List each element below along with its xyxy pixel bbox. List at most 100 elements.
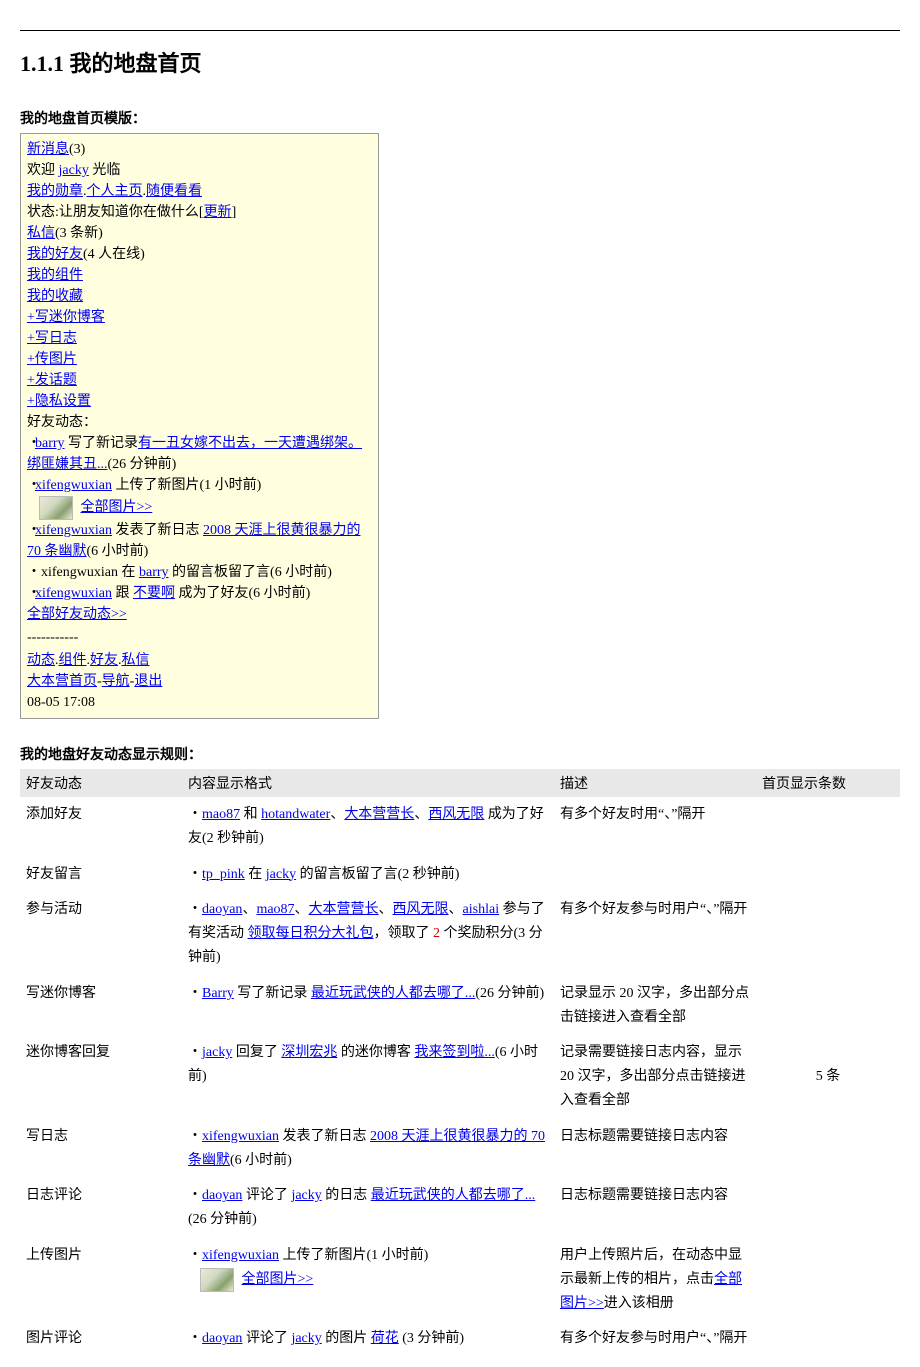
favorites-link[interactable]: 我的收藏: [27, 289, 83, 304]
feed5-user-link[interactable]: xifengwuxian: [35, 586, 112, 601]
nav-modules-link[interactable]: 组件: [59, 653, 87, 668]
th-desc: 描述: [554, 769, 756, 797]
r1-u1[interactable]: mao87: [202, 807, 240, 822]
nav-feed-link[interactable]: 动态: [27, 653, 55, 668]
r8-allpics-link[interactable]: 全部图片>>: [242, 1272, 314, 1287]
my-badge-link[interactable]: 我的勋章: [27, 184, 83, 199]
feed1-user-link[interactable]: barry: [35, 436, 65, 451]
welcome-row: 欢迎 jacky 光临: [27, 160, 372, 181]
r5-t1: 回复了: [232, 1045, 281, 1060]
r3-s4: 、: [449, 902, 463, 917]
write-diary-link[interactable]: +写日志: [27, 331, 77, 346]
r4-u1[interactable]: Barry: [202, 986, 234, 1001]
r2-t2: 的留言板留了言(2 秒钟前): [296, 867, 459, 882]
mail-row: 私信(3 条新): [27, 223, 372, 244]
r3-s2: 、: [295, 902, 309, 917]
status-label: 状态:让朋友知道你在做什么[: [27, 205, 204, 220]
nav-guide-link[interactable]: 导航: [102, 674, 130, 689]
feed3-text1: 发表了新日志: [112, 523, 203, 538]
feed-item-2-thumb-row: 全部图片>>: [27, 496, 372, 520]
friends-link[interactable]: 我的好友: [27, 247, 83, 262]
feed5-friend-link[interactable]: 不要啊: [133, 586, 175, 601]
r1-u3[interactable]: 大本营营长: [344, 807, 414, 822]
th-type: 好友动态: [20, 769, 182, 797]
dash-divider: -----------: [27, 627, 372, 648]
all-feed-link[interactable]: 全部好友动态>>: [27, 607, 127, 622]
template-box: 新消息(3) 欢迎 jacky 光临 我的勋章.个人主页.随便看看 状态:让朋友…: [20, 133, 379, 719]
r3-u4[interactable]: 西风无限: [393, 902, 449, 917]
cell-type: 图片评论: [20, 1321, 182, 1357]
r1-sep2: 、: [414, 807, 428, 822]
feed-item-5: ・xifengwuxian 跟 不要啊 成为了好友(6 小时前): [27, 583, 372, 604]
r3-u2[interactable]: mao87: [256, 902, 294, 917]
r9-link[interactable]: 荷花: [371, 1331, 399, 1346]
r7-u2[interactable]: jacky: [291, 1188, 321, 1203]
r5-u2[interactable]: 深圳宏兆: [281, 1045, 337, 1060]
r8-u1[interactable]: xifengwuxian: [202, 1248, 279, 1263]
r1-u4[interactable]: 西风无限: [428, 807, 484, 822]
feed3-user-link[interactable]: xifengwuxian: [35, 523, 112, 538]
welcome-prefix: 欢迎: [27, 163, 59, 178]
r5-u1[interactable]: jacky: [202, 1045, 232, 1060]
newmsg-count: (3): [69, 142, 85, 157]
r7-t2: 的日志: [322, 1188, 371, 1203]
cell-desc: 有多个好友参与时用户“、”隔开: [554, 1321, 756, 1357]
newmsg-link[interactable]: 新消息: [27, 142, 69, 157]
r9-t2: 的图片: [322, 1331, 371, 1346]
mail-link[interactable]: 私信: [27, 226, 55, 241]
rules-label: 我的地盘好友动态显示规则：: [20, 744, 900, 764]
cell-type: 添加好友: [20, 797, 182, 857]
all-pics-link[interactable]: 全部图片>>: [81, 500, 153, 515]
cell-type: 写日志: [20, 1119, 182, 1179]
friends-row: 我的好友(4 人在线): [27, 244, 372, 265]
cell-format: ・xifengwuxian 发表了新日志 2008 天涯上很黄很暴力的 70 条…: [182, 1119, 554, 1179]
feed5-post: 成为了好友(6 小时前): [175, 586, 310, 601]
nav-mail-link[interactable]: 私信: [122, 653, 150, 668]
feed-item-1: ・barry 写了新记录有一丑女嫁不出去，一天遭遇绑架。绑匪嫌其丑...(26 …: [27, 433, 372, 475]
feed3-time: (6 小时前): [87, 544, 149, 559]
modules-link[interactable]: 我的组件: [27, 268, 83, 283]
nav-friends-link[interactable]: 好友: [90, 653, 118, 668]
th-format: 内容显示格式: [182, 769, 554, 797]
r5-link[interactable]: 我来签到啦...: [414, 1045, 495, 1060]
nav-home-link[interactable]: 大本营首页: [27, 674, 97, 689]
r3-u1[interactable]: daoyan: [202, 902, 242, 917]
r8-thumb-icon[interactable]: [200, 1268, 234, 1292]
my-home-link[interactable]: 个人主页: [87, 184, 143, 199]
feed4-user-link[interactable]: barry: [139, 565, 169, 580]
r3-u5[interactable]: aishlai: [463, 902, 500, 917]
feed2-user-link[interactable]: xifengwuxian: [35, 478, 112, 493]
r4-link[interactable]: 最近玩武侠的人都去哪了...: [311, 986, 476, 1001]
privacy-link[interactable]: +隐私设置: [27, 394, 91, 409]
cell-type: 写迷你博客: [20, 976, 182, 1036]
r3-link[interactable]: 领取每日积分大礼包: [248, 926, 374, 941]
r9-u2[interactable]: jacky: [291, 1331, 321, 1346]
r6-u1[interactable]: xifengwuxian: [202, 1129, 279, 1144]
cell-count: 5 条: [756, 797, 900, 1357]
upload-pic-link[interactable]: +传图片: [27, 352, 77, 367]
r2-u2[interactable]: jacky: [266, 867, 296, 882]
post-topic-link[interactable]: +发话题: [27, 373, 77, 388]
r4-time: (26 分钟前): [475, 986, 544, 1001]
friends-count: (4 人在线): [83, 247, 145, 262]
welcome-user-link[interactable]: jacky: [59, 163, 89, 178]
r7-link[interactable]: 最近玩武侠的人都去哪了...: [371, 1188, 536, 1203]
r9-u1[interactable]: daoyan: [202, 1331, 242, 1346]
r7-u1[interactable]: daoyan: [202, 1188, 242, 1203]
status-update-link[interactable]: 更新: [204, 205, 232, 220]
r3-red: 2: [433, 926, 440, 941]
thumbnail-icon[interactable]: [39, 496, 73, 520]
r3-u3[interactable]: 大本营营长: [309, 902, 379, 917]
cell-format: ・daoyan、mao87、大本营营长、西风无限、aishlai 参与了有奖活动…: [182, 892, 554, 975]
write-mini-link[interactable]: +写迷你博客: [27, 310, 105, 325]
table-header-row: 好友动态 内容显示格式 描述 首页显示条数: [20, 769, 900, 797]
r2-u1[interactable]: tp_pink: [202, 867, 245, 882]
nav-logout-link[interactable]: 退出: [134, 674, 162, 689]
feed2-text: 上传了新图片(1 小时前): [112, 478, 261, 493]
r1-u2[interactable]: hotandwater: [261, 807, 330, 822]
cell-format: ・xifengwuxian 上传了新图片(1 小时前) 全部图片>>: [182, 1238, 554, 1321]
random-look-link[interactable]: 随便看看: [146, 184, 202, 199]
feed4-pre: ・xifengwuxian 在: [27, 565, 139, 580]
r9-t1: 评论了: [242, 1331, 291, 1346]
mail-count: (3 条新): [55, 226, 103, 241]
